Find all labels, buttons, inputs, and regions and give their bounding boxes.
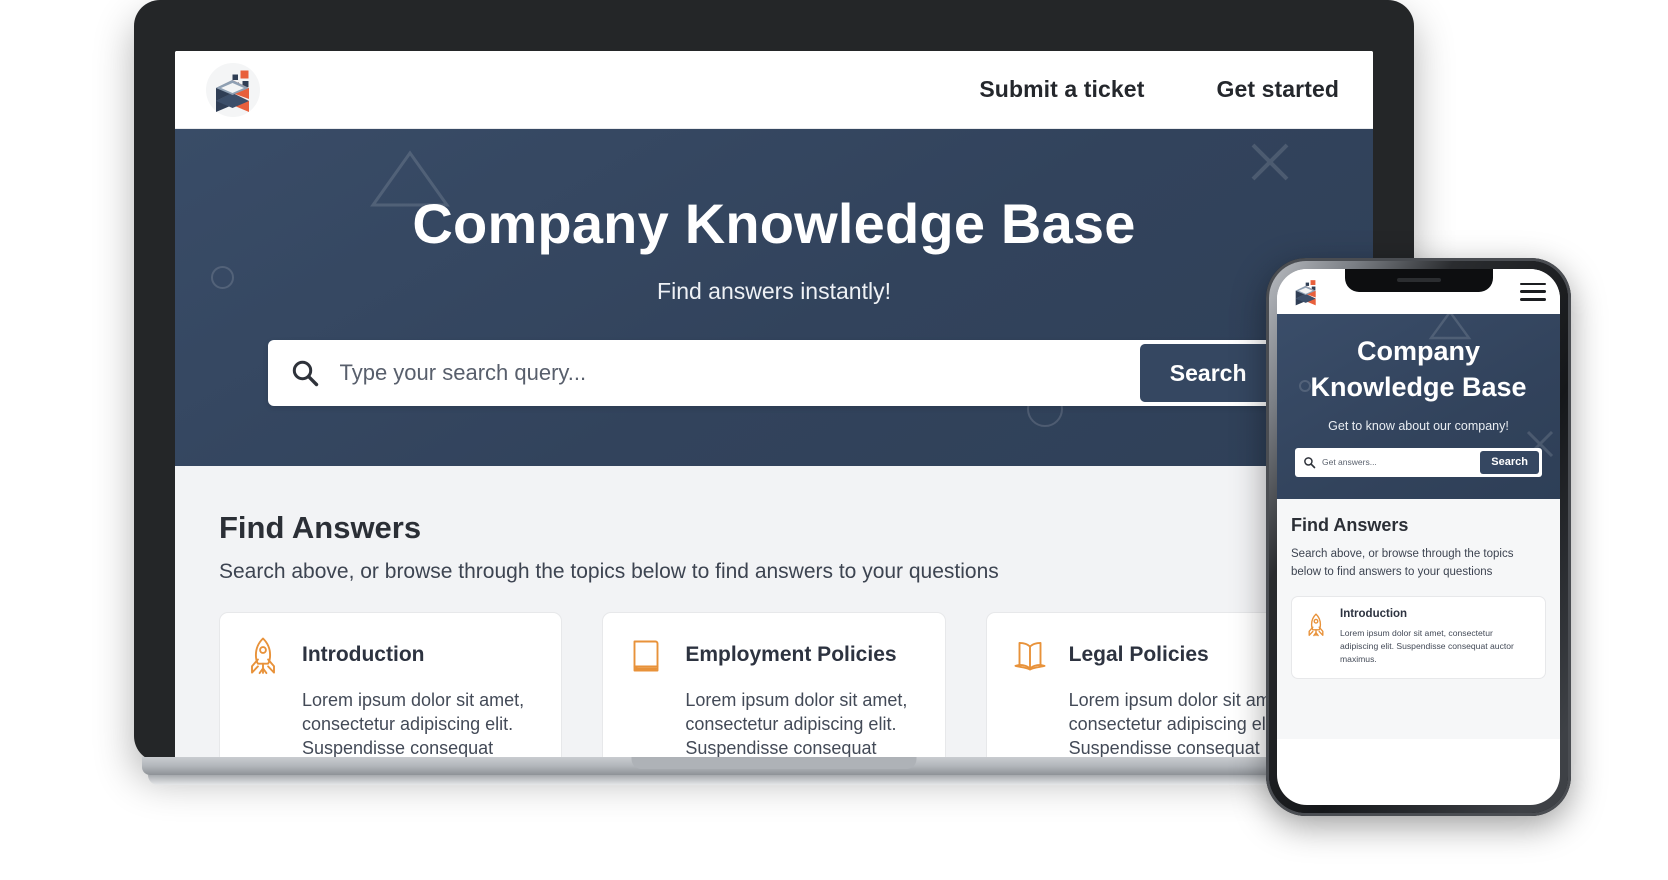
phone-speaker bbox=[1396, 278, 1441, 282]
rocket-icon bbox=[1303, 612, 1329, 638]
card-header: Legal Policies bbox=[1009, 635, 1304, 677]
laptop-foot bbox=[148, 775, 1400, 785]
mobile-topic-card-introduction[interactable]: Introduction Lorem ipsum dolor sit amet,… bbox=[1291, 596, 1546, 680]
desktop-find-answers-section: Find Answers Search above, or browse thr… bbox=[175, 466, 1373, 759]
circle-decoration-icon bbox=[211, 266, 234, 289]
card-header: Employment Policies bbox=[625, 635, 920, 677]
find-answers-subtitle: Search above, or browse through the topi… bbox=[219, 560, 999, 583]
phone-frame: Company Knowledge Base Get to know about… bbox=[1266, 258, 1571, 816]
hero-title: Company Knowledge Base bbox=[412, 192, 1136, 255]
topic-card-introduction[interactable]: Introduction Lorem ipsum dolor sit amet,… bbox=[219, 612, 563, 759]
search-input[interactable] bbox=[331, 360, 1140, 386]
mobile-search-button[interactable]: Search bbox=[1480, 450, 1539, 474]
mobile-hero-subtitle: Get to know about our company! bbox=[1328, 418, 1509, 433]
search-icon bbox=[1303, 456, 1316, 469]
card-body: Lorem ipsum dolor sit amet, consectetur … bbox=[302, 690, 525, 758]
stacked-boxes-logo-icon[interactable] bbox=[205, 62, 261, 118]
desktop-hero: Company Knowledge Base Find answers inst… bbox=[175, 129, 1373, 466]
mobile-find-answers-subtitle: Search above, or browse through the topi… bbox=[1291, 547, 1514, 579]
card-title: Legal Policies bbox=[1068, 643, 1209, 666]
mobile-viewport: Company Knowledge Base Get to know about… bbox=[1277, 269, 1560, 805]
card-header: Introduction bbox=[242, 635, 537, 677]
hero-subtitle: Find answers instantly! bbox=[657, 278, 891, 304]
card-title: Employment Policies bbox=[685, 643, 897, 666]
nav-link-submit-a-ticket[interactable]: Submit a ticket bbox=[979, 76, 1144, 103]
laptop-bezel: Submit a ticket Get started Company Know… bbox=[134, 0, 1414, 762]
laptop-base-notch bbox=[631, 757, 917, 769]
card-title: Introduction bbox=[302, 643, 425, 666]
find-answers-title: Find Answers bbox=[219, 510, 422, 545]
laptop-mockup: Submit a ticket Get started Company Know… bbox=[134, 0, 1414, 800]
hamburger-menu-icon[interactable] bbox=[1520, 282, 1546, 301]
desktop-nav-links: Submit a ticket Get started bbox=[979, 76, 1339, 103]
open-book-icon bbox=[1009, 635, 1051, 677]
stacked-boxes-logo-icon[interactable] bbox=[1289, 275, 1323, 309]
search-button[interactable]: Search bbox=[1139, 344, 1277, 402]
hero-search-bar: Search bbox=[267, 340, 1281, 406]
topic-card-employment-policies[interactable]: Employment Policies Lorem ipsum dolor si… bbox=[602, 612, 946, 759]
mobile-search-input[interactable] bbox=[1316, 457, 1481, 468]
phone-mockup: Company Knowledge Base Get to know about… bbox=[1266, 258, 1571, 816]
nav-link-get-started[interactable]: Get started bbox=[1216, 76, 1339, 103]
phone-notch bbox=[1344, 269, 1493, 292]
card-body: Lorem ipsum dolor sit amet, consectetur … bbox=[685, 690, 908, 758]
mobile-find-answers-section: Find Answers Search above, or browse thr… bbox=[1277, 498, 1560, 739]
mobile-find-answers-title: Find Answers bbox=[1291, 514, 1409, 535]
mobile-hero-title: Company Knowledge Base bbox=[1310, 336, 1527, 402]
x-decoration-icon bbox=[1251, 143, 1289, 181]
closed-book-icon bbox=[625, 635, 667, 677]
mobile-search-bar: Search bbox=[1295, 447, 1542, 477]
desktop-site-header: Submit a ticket Get started bbox=[175, 51, 1373, 129]
mobile-card-title: Introduction bbox=[1340, 608, 1408, 621]
laptop-screen-frame: Submit a ticket Get started Company Know… bbox=[175, 51, 1373, 759]
search-icon bbox=[290, 358, 332, 388]
topic-cards: Introduction Lorem ipsum dolor sit amet,… bbox=[219, 612, 1329, 759]
screenshot-stage: Submit a ticket Get started Company Know… bbox=[0, 0, 1668, 880]
rocket-icon bbox=[242, 635, 284, 677]
mobile-card-body: Lorem ipsum dolor sit amet, consectetur … bbox=[1340, 628, 1514, 665]
mobile-hero: Company Knowledge Base Get to know about… bbox=[1277, 314, 1560, 499]
desktop-viewport: Submit a ticket Get started Company Know… bbox=[175, 51, 1373, 759]
